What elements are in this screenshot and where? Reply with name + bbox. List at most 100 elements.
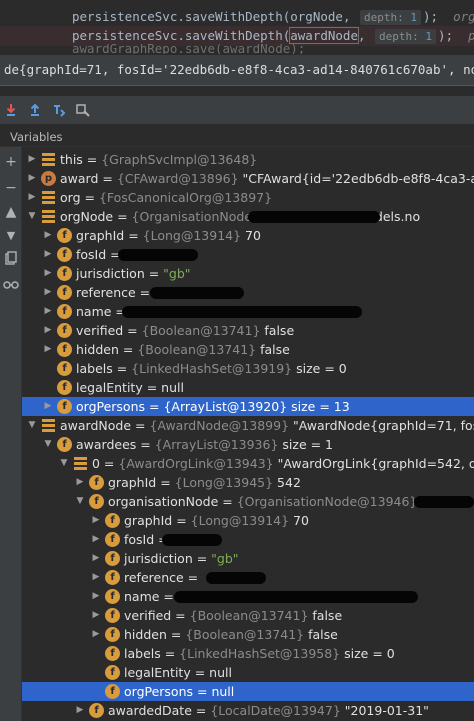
var-name: this bbox=[60, 152, 83, 167]
glasses-icon[interactable] bbox=[2, 277, 20, 295]
static-field-icon bbox=[41, 209, 56, 224]
collapse-icon[interactable]: − bbox=[2, 179, 20, 197]
tree-row-graphId2[interactable]: ▶ f graphId = {Long@13914} 70 bbox=[22, 511, 474, 530]
var-name: fosId bbox=[124, 532, 155, 547]
expand-arrow-icon[interactable]: ▶ bbox=[90, 549, 102, 568]
variables-tree[interactable]: ▶ this = {GraphSvcImpl@13648} ▶ p award = {C… bbox=[22, 150, 474, 721]
tree-row-awardedDate[interactable]: ▶ f awardedDate = {LocalDate@13947} "2019-… bbox=[22, 701, 474, 720]
tree-row-labels1[interactable]: f labels = {LinkedHashSet@13919} size = 0 bbox=[22, 359, 474, 378]
static-field-icon bbox=[41, 190, 56, 205]
tree-row-legalEntity1[interactable]: f legalEntity = null bbox=[22, 378, 474, 397]
tree-row-reference2[interactable]: ▶ f reference = bbox=[22, 568, 474, 587]
collapse-arrow-icon[interactable]: ▼ bbox=[26, 416, 38, 435]
tree-row-graphId1[interactable]: ▶ f graphId = {Long@13914} 70 bbox=[22, 226, 474, 245]
expand-arrow-icon[interactable]: ▶ bbox=[26, 169, 38, 188]
expand-arrow-icon[interactable]: ▶ bbox=[90, 625, 102, 644]
tree-row-verified2[interactable]: ▶ f verified = {Boolean@13741} false bbox=[22, 606, 474, 625]
inline-value: orgNode: " bbox=[453, 9, 474, 24]
collapse-arrow-icon[interactable]: ▼ bbox=[42, 435, 54, 454]
field-icon: f bbox=[57, 380, 72, 395]
equals-sign: = bbox=[191, 703, 211, 718]
var-name: org bbox=[60, 190, 81, 205]
value-tooltip-bar: de{graphId=71, fosId='22edb6db-e8f8-4ca3… bbox=[0, 54, 474, 86]
evaluate-icon[interactable] bbox=[74, 101, 92, 119]
expand-arrow-icon[interactable]: ▶ bbox=[26, 188, 38, 207]
var-type: {Long@13914} bbox=[142, 228, 242, 243]
tree-row-orgPersons2[interactable]: f orgPersons = null bbox=[22, 682, 474, 701]
expand-arrow-icon[interactable]: ▶ bbox=[42, 264, 54, 283]
var-name: organisationNode bbox=[108, 494, 219, 509]
code-arg: awardNode bbox=[289, 27, 359, 44]
equals-sign: = bbox=[113, 209, 132, 224]
var-value: null bbox=[211, 684, 235, 699]
tree-row-name2[interactable]: ▶ f name = bbox=[22, 587, 474, 606]
expand-arrow-icon[interactable]: ▶ bbox=[42, 302, 54, 321]
tree-row-legalEntity2[interactable]: f legalEntity = null bbox=[22, 663, 474, 682]
tree-row-labels2[interactable]: f labels = {LinkedHashSet@13958} size = 0 bbox=[22, 644, 474, 663]
equals-sign: = bbox=[131, 418, 150, 433]
expand-arrow-icon[interactable]: ▶ bbox=[42, 340, 54, 359]
code-line-2-current[interactable]: persistenceSvc.saveWithDepth(awardNode, … bbox=[0, 26, 474, 46]
tree-row-hidden2[interactable]: ▶ f hidden = {Boolean@13741} false bbox=[22, 625, 474, 644]
tree-row-graphId542[interactable]: ▶ f graphId = {Long@13945} 542 bbox=[22, 473, 474, 492]
panel-title: Variables bbox=[10, 130, 63, 144]
expand-arrow-icon[interactable]: ▶ bbox=[90, 568, 102, 587]
field-icon: f bbox=[105, 665, 120, 680]
tree-row-org[interactable]: ▶ org = {FosCanonicalOrg@13897} bbox=[22, 188, 474, 207]
tree-row-awardees[interactable]: ▼ f awardees = {ArrayList@13936} size = 1 bbox=[22, 435, 474, 454]
code-editor[interactable]: persistenceSvc.saveWithDepth(orgNode, de… bbox=[0, 0, 474, 54]
param-hint: depth: 1 bbox=[360, 10, 421, 25]
tree-row-fosId1[interactable]: ▶ f fosId = bbox=[22, 245, 474, 264]
expand-down-icon[interactable]: ▼ bbox=[2, 227, 20, 245]
code-line-1[interactable]: persistenceSvc.saveWithDepth(orgNode, de… bbox=[72, 7, 474, 27]
field-icon: f bbox=[105, 532, 120, 547]
equals-sign: = bbox=[160, 646, 180, 661]
var-name: fosId bbox=[76, 247, 107, 262]
tree-row-jurisdiction1[interactable]: ▶ f jurisdiction = "gb" bbox=[22, 264, 474, 283]
expand-arrow-icon[interactable]: ▶ bbox=[90, 587, 102, 606]
tree-row-fosId2[interactable]: ▶ffosId = bbox=[22, 530, 474, 549]
collapse-arrow-icon[interactable]: ▼ bbox=[58, 454, 70, 473]
var-value: "AwardOrgLink{graphId=542, organ bbox=[277, 456, 474, 471]
tree-row-name1[interactable]: ▶ f name = bbox=[22, 302, 474, 321]
tree-row-orgNode[interactable]: ▼orgNode = {OrganisationNode@13898}os.sv… bbox=[22, 207, 474, 226]
var-value: size = 13 bbox=[287, 399, 350, 414]
equals-sign: = bbox=[172, 513, 191, 528]
copy-icon[interactable] bbox=[2, 251, 20, 269]
tree-row-this[interactable]: ▶ this = {GraphSvcImpl@13648} bbox=[22, 150, 474, 169]
run-to-cursor-icon[interactable] bbox=[50, 101, 68, 119]
equals-sign: = bbox=[183, 570, 199, 585]
tree-row-orgPersons1[interactable]: ▶ f orgPersons = {ArrayList@13920} size = … bbox=[22, 397, 474, 416]
expand-arrow-icon[interactable]: ▶ bbox=[74, 701, 86, 720]
tree-row-organisationNode[interactable]: ▼ f organisationNode = {OrganisationNode@1… bbox=[22, 492, 474, 511]
var-type: {Long@13914} bbox=[190, 513, 290, 528]
redaction bbox=[118, 249, 198, 261]
expand-arrow-icon[interactable]: ▶ bbox=[90, 511, 102, 530]
collapse-arrow-icon[interactable]: ▼ bbox=[26, 207, 38, 226]
expand-icon[interactable]: ▲ bbox=[2, 203, 20, 221]
var-value: "gb" bbox=[163, 266, 191, 281]
equals-sign: = bbox=[82, 152, 102, 167]
tree-row-item0[interactable]: ▼ 0 = {AwardOrgLink@13943} "AwardOrgLink{… bbox=[22, 454, 474, 473]
expand-arrow-icon[interactable]: ▶ bbox=[90, 606, 102, 625]
expand-arrow-icon[interactable]: ▶ bbox=[26, 150, 38, 169]
tree-row-reference1[interactable]: ▶ f reference = bbox=[22, 283, 474, 302]
tree-row-verified1[interactable]: ▶ f verified = {Boolean@13741} false bbox=[22, 321, 474, 340]
step-into-icon[interactable] bbox=[2, 101, 20, 119]
step-out-icon[interactable] bbox=[26, 101, 44, 119]
var-name: name bbox=[76, 304, 112, 319]
expand-arrow-icon[interactable]: ▶ bbox=[42, 283, 54, 302]
equals-sign: = bbox=[193, 684, 212, 699]
tree-row-jurisdiction2[interactable]: ▶ f jurisdiction = "gb" bbox=[22, 549, 474, 568]
expand-arrow-icon[interactable]: ▶ bbox=[42, 226, 54, 245]
expand-arrow-icon[interactable]: ▶ bbox=[42, 321, 54, 340]
expand-arrow-icon[interactable]: ▶ bbox=[74, 473, 86, 492]
tree-row-award[interactable]: ▶ p award = {CFAward@13896} "CFAward{id='2… bbox=[22, 169, 474, 188]
tree-row-hidden1[interactable]: ▶ f hidden = {Boolean@13741} false bbox=[22, 340, 474, 359]
tree-row-awardNode[interactable]: ▼ awardNode = {AwardNode@13899} "AwardNod… bbox=[22, 416, 474, 435]
expand-arrow-icon[interactable]: ▶ bbox=[42, 397, 54, 416]
collapse-arrow-icon[interactable]: ▼ bbox=[74, 492, 86, 511]
expand-arrow-icon[interactable]: ▶ bbox=[90, 530, 102, 549]
expand-arrow-icon[interactable]: ▶ bbox=[42, 245, 54, 264]
add-watch-icon[interactable]: + bbox=[2, 153, 20, 171]
